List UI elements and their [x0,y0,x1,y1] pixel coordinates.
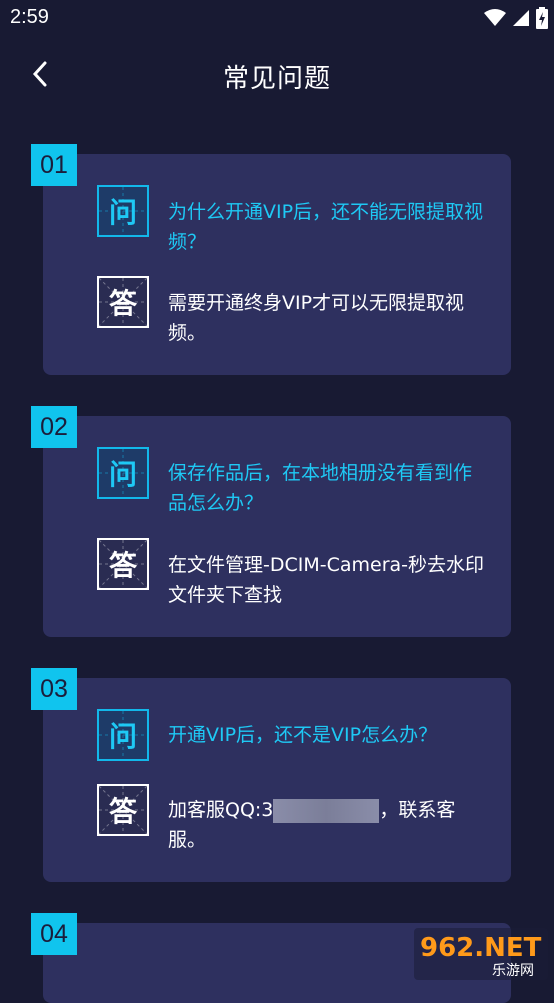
status-time: 2:59 [10,6,49,28]
status-bar: 2:59 [0,0,554,36]
question-icon: 问 [97,709,149,761]
answer-char: 答 [108,549,137,582]
question-char: 问 [108,196,137,229]
battery-icon [536,7,548,29]
answer-char: 答 [108,287,137,320]
answer-icon: 答 [97,538,149,590]
watermark-brand: 962.NET [420,933,542,963]
faq-question-2: 保存作品后，在本地相册没有看到作品怎么办？ [168,462,473,514]
answer-icon: 答 [97,276,149,328]
signal-icon [513,10,529,26]
watermark-subtitle: 乐游网 [492,963,534,979]
redacted-qq-number [273,798,380,823]
faq-number-badge-4: 04 [31,913,77,955]
faq-question-1: 为什么开通VIP后，还不能无限提取视频？ [168,201,484,253]
answer-char: 答 [108,795,137,828]
faq-answer-2: 在文件管理-DCIM-Camera-秒去水印文件夹下查找 [168,554,485,606]
question-char: 问 [108,720,137,753]
question-char: 问 [108,458,137,491]
faq-number-badge-1: 01 [31,144,77,186]
app-header: 常见问题 [0,44,554,104]
faq-number-badge-3: 03 [31,668,77,710]
faq-question-3: 开通VIP后，还不是VIP怎么办？ [168,724,438,746]
question-icon: 问 [97,447,149,499]
page-title: 常见问题 [222,64,331,94]
faq-answer-3: 加客服QQ:3 ，联系客服。 [168,795,488,855]
faq-answer-1: 需要开通终身VIP才可以无限提取视频。 [168,292,465,344]
question-icon: 问 [97,185,149,237]
faq-answer-3-prefix: 加客服QQ:3 [168,799,274,821]
status-icons [484,7,548,29]
watermark-logo-icon: 962.NET 乐游网 [414,928,548,980]
wifi-icon [484,9,506,26]
faq-number-badge-2: 02 [31,406,77,448]
answer-icon: 答 [97,784,149,836]
site-watermark: 962.NET 乐游网 [414,928,548,980]
